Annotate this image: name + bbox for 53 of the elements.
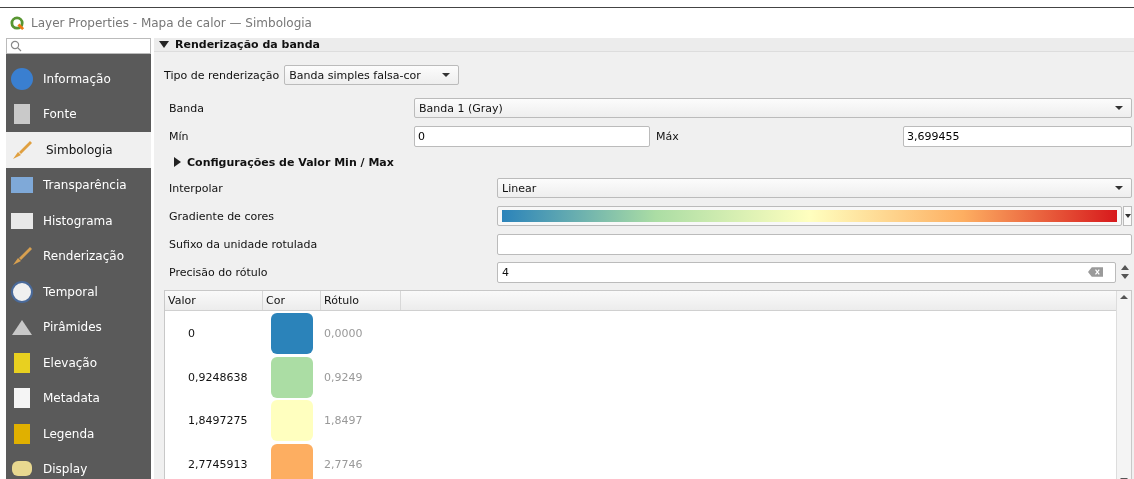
sidebar-item[interactable]: Metadata: [6, 380, 151, 416]
color-swatch[interactable]: [271, 400, 313, 442]
sidebar-item[interactable]: Fonte: [6, 96, 151, 132]
field-label: Gradiente de cores: [168, 209, 275, 223]
sidebar-item[interactable]: Histograma: [6, 203, 151, 239]
table-cell-text: 0,9248638: [187, 370, 249, 384]
section-header[interactable]: Renderização da banda: [154, 38, 1134, 52]
field-label: Sufixo da unidade rotulada: [168, 237, 319, 251]
sidebar-item[interactable]: Transparência: [6, 167, 151, 203]
column-header[interactable]: Cor: [263, 291, 321, 310]
sidebar-item[interactable]: Display: [6, 451, 151, 479]
collapsible-header[interactable]: Configurações de Valor Min / Max: [164, 150, 1132, 174]
column-header[interactable]: Valor: [165, 291, 263, 310]
field-label: Banda: [168, 101, 205, 115]
sidebar-item[interactable]: Elevação: [6, 345, 151, 381]
interpolation-dropdown[interactable]: Linear: [497, 178, 1132, 198]
sidebar-item[interactable]: Legenda: [6, 416, 151, 452]
scrollbar[interactable]: [1116, 291, 1131, 479]
precision-spinbox[interactable]: 4: [497, 261, 1116, 283]
dropdown-button[interactable]: [1123, 206, 1132, 226]
table-cell-text: 1,8497275: [187, 414, 249, 428]
table-cell-text: 0: [187, 327, 196, 341]
table-cell-text: 0,0000: [323, 327, 364, 341]
sidebar-item[interactable]: Simbologia: [6, 132, 151, 168]
search-icon: [10, 40, 22, 52]
sidebar-item[interactable]: Pirâmides: [6, 309, 151, 345]
field-label: Precisão do rótulo: [168, 265, 269, 279]
max-field[interactable]: 3,699455: [903, 125, 1132, 147]
table-cell-text: 0,9249: [323, 370, 364, 384]
color-swatch[interactable]: [271, 443, 313, 479]
unit-suffix-field[interactable]: [497, 233, 1132, 255]
field-label: Interpolar: [168, 181, 224, 195]
color-swatch[interactable]: [271, 313, 313, 355]
table-cell-text: 2,7746: [323, 457, 364, 471]
color-swatch[interactable]: [271, 356, 313, 398]
band-dropdown[interactable]: Banda 1 (Gray): [414, 98, 1132, 118]
column-header[interactable]: Rótulo: [321, 291, 401, 310]
field-label: Tipo de renderização: [164, 68, 280, 82]
min-field[interactable]: 0: [414, 125, 650, 147]
field-label: Máx: [655, 129, 680, 143]
table-cell-text: 2,7745913: [187, 457, 249, 471]
color-ramp-button[interactable]: [497, 206, 1122, 226]
render-type-dropdown[interactable]: Banda simples falsa-cor: [284, 65, 460, 85]
field-label: Mín: [168, 129, 190, 143]
search-field[interactable]: [6, 38, 151, 54]
sidebar-item[interactable]: Temporal: [6, 274, 151, 310]
spin-arrows-icon[interactable]: [1120, 263, 1130, 281]
sidebar-item[interactable]: Renderização: [6, 238, 151, 274]
window-title: Layer Properties - Mapa de calor — Simbologia: [31, 16, 312, 30]
app-logo-icon: [10, 15, 25, 31]
sidebar-item[interactable]: Informação: [6, 61, 151, 97]
table-cell-text: 1,8497: [323, 414, 364, 428]
clear-icon[interactable]: [1088, 267, 1103, 277]
